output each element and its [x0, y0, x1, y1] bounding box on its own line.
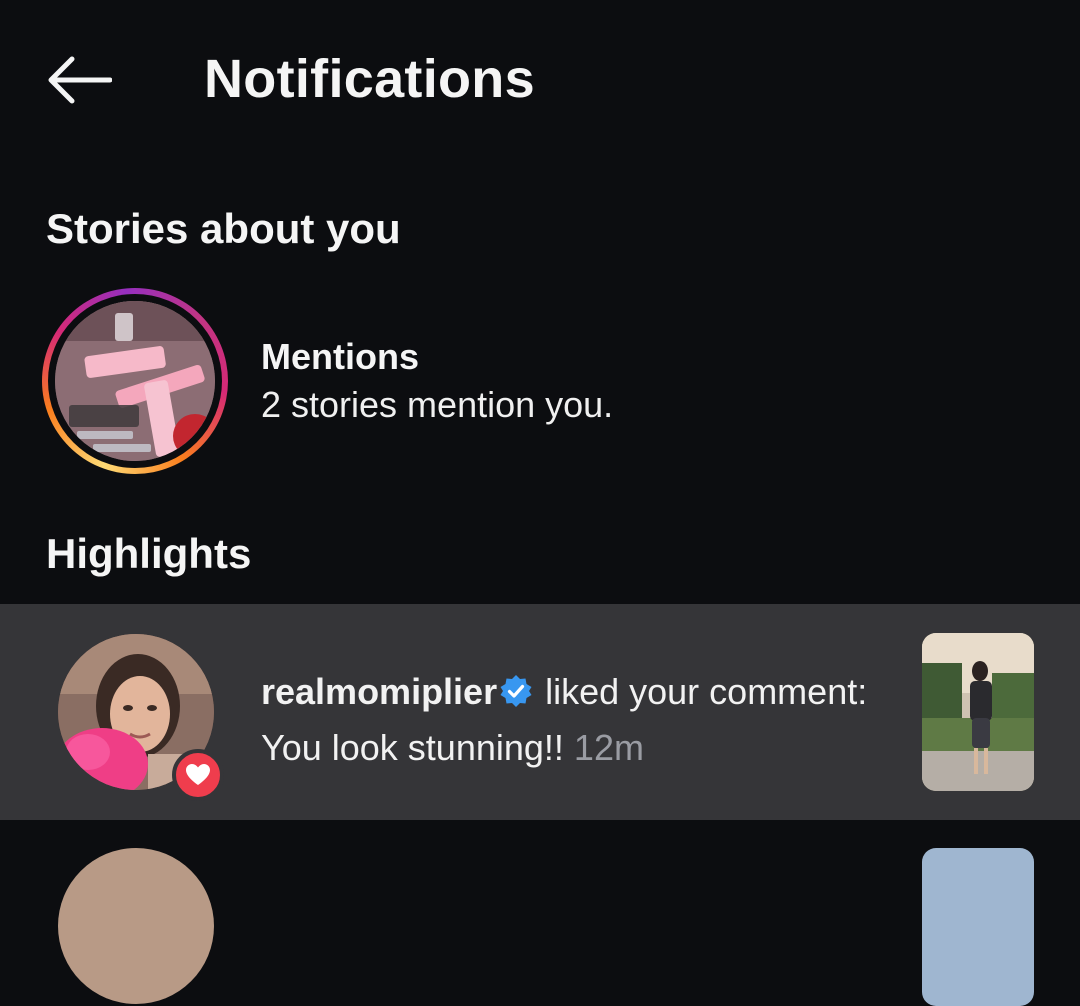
username[interactable]: realmomiplier — [261, 671, 497, 712]
mentions-story-thumbnail — [55, 301, 215, 461]
mentions-subtitle: 2 stories mention you. — [261, 384, 614, 425]
stories-about-you-heading: Stories about you — [46, 205, 401, 252]
avatar[interactable] — [58, 848, 214, 1004]
page-title: Notifications — [204, 49, 535, 109]
like-badge — [172, 749, 224, 801]
arrow-left-icon — [48, 56, 112, 104]
heart-icon — [186, 764, 210, 785]
notification-text: realmomiplier liked your comment: You lo… — [261, 666, 901, 774]
story-ring — [42, 288, 228, 474]
back-button[interactable] — [40, 50, 118, 110]
mentions-title: Mentions — [261, 336, 419, 377]
notification-row[interactable]: realmomiplier liked your comment: You lo… — [0, 604, 1080, 820]
next-notification-row[interactable] — [0, 820, 1080, 1006]
post-thumbnail[interactable] — [922, 848, 1034, 1006]
post-thumbnail[interactable] — [922, 633, 1034, 791]
notification-time: 12m — [573, 727, 644, 768]
verified-badge-icon — [499, 670, 533, 722]
highlights-heading: Highlights — [46, 530, 252, 577]
header: Notifications — [0, 0, 1080, 160]
mentions-row[interactable]: Mentions 2 stories mention you. — [0, 280, 1080, 480]
